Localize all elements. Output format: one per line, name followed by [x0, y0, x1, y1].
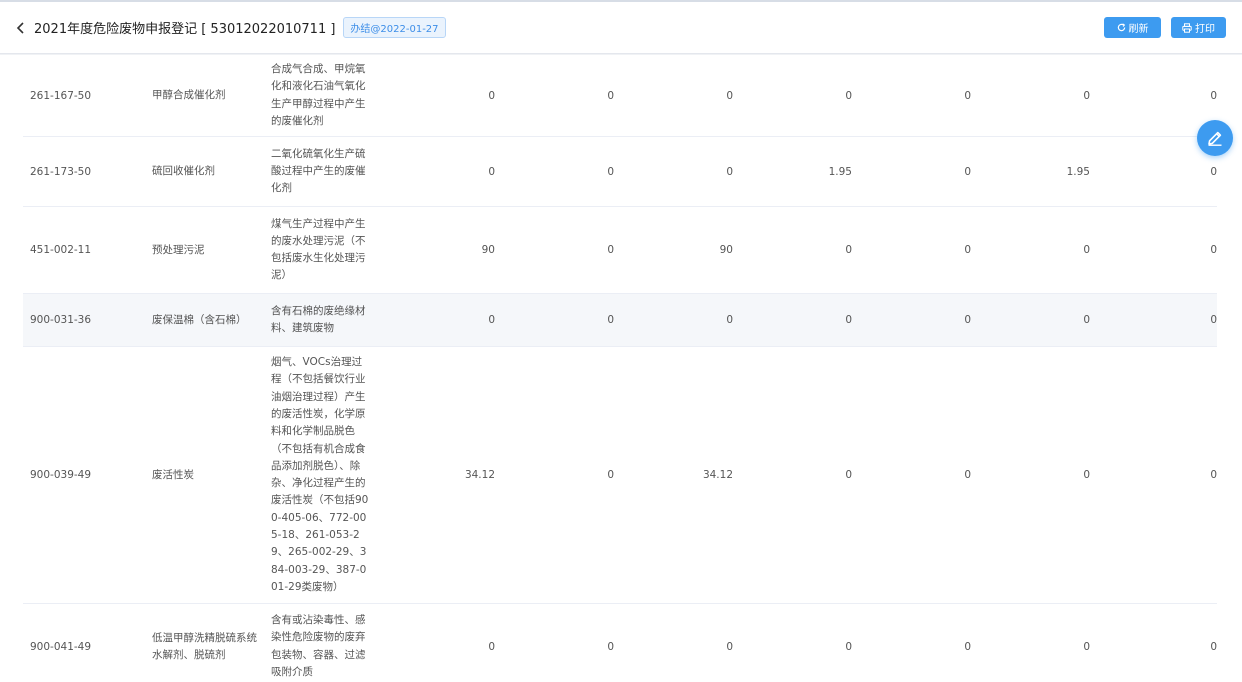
printer-icon — [1182, 22, 1192, 33]
waste-table: 261-167-50 甲醇合成催化剂 合成气合成、甲烷氧化和液化石油气氧化生产甲… — [23, 55, 1217, 682]
waste-name: 低温甲醇洗精脱硫系统水解剂、脱硫剂 — [150, 603, 271, 682]
refresh-button[interactable]: 刷新 — [1104, 17, 1161, 38]
status-badge: 办结@2022-01-27 — [343, 17, 446, 38]
value-cell: 0 — [614, 55, 733, 138]
value-cell: 34.12 — [379, 346, 495, 605]
value-cell: 90 — [614, 206, 733, 295]
value-cell: 0 — [614, 136, 733, 208]
value-cell: 0 — [852, 603, 971, 682]
waste-name: 废保温棉（含石棉） — [150, 293, 271, 348]
value-cell: 0 — [1090, 603, 1217, 682]
waste-code: 261-167-50 — [23, 55, 150, 138]
refresh-label: 刷新 — [1128, 24, 1149, 35]
value-cell: 0 — [1090, 136, 1217, 208]
value-cell: 34.12 — [614, 346, 733, 605]
value-cell: 0 — [971, 603, 1090, 682]
value-cell: 0 — [379, 293, 495, 348]
value-cell: 0 — [495, 293, 614, 348]
waste-name: 硫回收催化剂 — [150, 136, 271, 208]
page-title: 2021年度危险废物申报登记 [ 53012022010711 ] — [34, 22, 336, 37]
waste-description: 含有或沾染毒性、感染性危险废物的废弃包装物、容器、过滤吸附介质 — [271, 603, 379, 682]
value-cell: 0 — [852, 346, 971, 605]
waste-name: 废活性炭 — [150, 346, 271, 605]
waste-code: 900-031-36 — [23, 293, 150, 348]
scrollbar[interactable] — [1236, 55, 1242, 682]
waste-description: 烟气、VOCs治理过程（不包括餐饮行业油烟治理过程）产生的废活性炭，化学原料和化… — [271, 346, 379, 605]
waste-description: 二氧化硫氧化生产硫酸过程中产生的废催化剂 — [271, 136, 379, 208]
waste-code: 451-002-11 — [23, 206, 150, 295]
waste-code: 261-173-50 — [23, 136, 150, 208]
print-label: 打印 — [1195, 24, 1215, 35]
table-row: 261-173-50 硫回收催化剂 二氧化硫氧化生产硫酸过程中产生的废催化剂 0… — [23, 136, 1217, 208]
waste-code: 900-041-49 — [23, 603, 150, 682]
value-cell: 0 — [733, 293, 852, 348]
value-cell: 0 — [379, 55, 495, 138]
value-cell: 0 — [852, 293, 971, 348]
table-row: 451-002-11 预处理污泥 煤气生产过程中产生的废水处理污泥（不包括废水生… — [23, 206, 1217, 295]
value-cell: 0 — [971, 206, 1090, 295]
value-cell: 0 — [733, 346, 852, 605]
waste-description: 合成气合成、甲烷氧化和液化石油气氧化生产甲醇过程中产生的废催化剂 — [271, 55, 379, 138]
value-cell: 0 — [614, 603, 733, 682]
value-cell: 0 — [1090, 55, 1217, 138]
waste-table-container[interactable]: 261-167-50 甲醇合成催化剂 合成气合成、甲烷氧化和液化石油气氧化生产甲… — [0, 55, 1242, 682]
value-cell: 0 — [733, 55, 852, 138]
value-cell: 1.95 — [971, 136, 1090, 208]
value-cell: 0 — [852, 206, 971, 295]
pencil-icon — [1206, 129, 1224, 147]
value-cell: 0 — [1090, 206, 1217, 295]
waste-code: 900-039-49 — [23, 346, 150, 605]
value-cell: 0 — [495, 346, 614, 605]
value-cell: 0 — [852, 136, 971, 208]
table-row: 900-041-49 低温甲醇洗精脱硫系统水解剂、脱硫剂 含有或沾染毒性、感染性… — [23, 603, 1217, 682]
value-cell: 0 — [495, 136, 614, 208]
value-cell: 1.95 — [733, 136, 852, 208]
value-cell: 0 — [971, 346, 1090, 605]
page-header: 2021年度危险废物申报登记 [ 53012022010711 ] 办结@202… — [0, 2, 1242, 54]
value-cell: 0 — [379, 136, 495, 208]
waste-name: 预处理污泥 — [150, 206, 271, 295]
chevron-left-icon[interactable] — [12, 19, 30, 37]
value-cell: 0 — [733, 603, 852, 682]
value-cell: 0 — [614, 293, 733, 348]
value-cell: 0 — [852, 55, 971, 138]
waste-name: 甲醇合成催化剂 — [150, 55, 271, 138]
value-cell: 0 — [971, 293, 1090, 348]
print-button[interactable]: 打印 — [1171, 17, 1226, 38]
table-row: 900-039-49 废活性炭 烟气、VOCs治理过程（不包括餐饮行业油烟治理过… — [23, 346, 1217, 605]
value-cell: 0 — [379, 603, 495, 682]
waste-description: 含有石棉的废绝缘材料、建筑废物 — [271, 293, 379, 348]
value-cell: 0 — [971, 55, 1090, 138]
edit-button[interactable] — [1197, 120, 1233, 156]
value-cell: 0 — [1090, 293, 1217, 348]
value-cell: 0 — [733, 206, 852, 295]
refresh-icon — [1117, 23, 1126, 32]
value-cell: 0 — [495, 55, 614, 138]
value-cell: 0 — [495, 206, 614, 295]
waste-description: 煤气生产过程中产生的废水处理污泥（不包括废水生化处理污泥） — [271, 206, 379, 295]
table-row: 900-031-36 废保温棉（含石棉） 含有石棉的废绝缘材料、建筑废物 0 0… — [23, 293, 1217, 348]
value-cell: 90 — [379, 206, 495, 295]
value-cell: 0 — [1090, 346, 1217, 605]
value-cell: 0 — [495, 603, 614, 682]
table-row: 261-167-50 甲醇合成催化剂 合成气合成、甲烷氧化和液化石油气氧化生产甲… — [23, 55, 1217, 138]
